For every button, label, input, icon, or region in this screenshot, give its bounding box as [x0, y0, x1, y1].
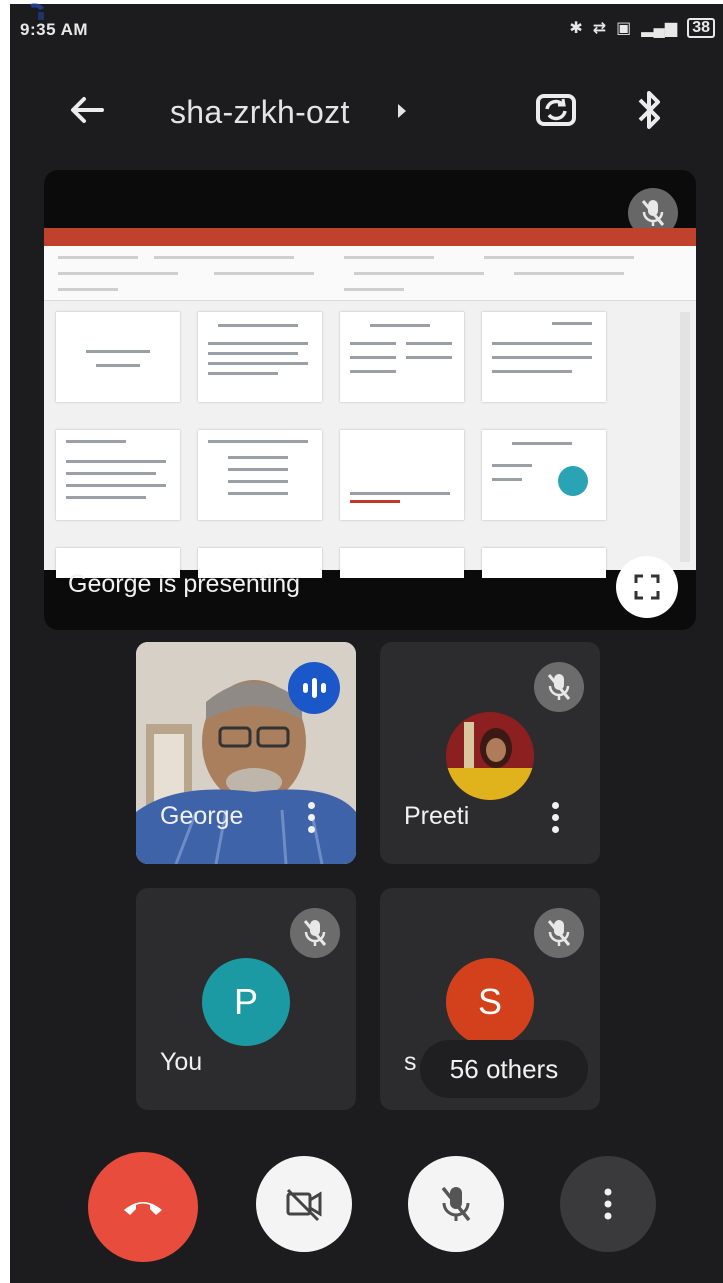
avatar: [446, 712, 534, 800]
mic-off-badge: [534, 908, 584, 958]
presentation-tile[interactable]: George is presenting: [44, 170, 696, 630]
mic-off-badge: [290, 908, 340, 958]
participant-tile-preeti[interactable]: Preeti: [380, 642, 600, 864]
microphone-toggle-button[interactable]: [408, 1156, 504, 1252]
slide-thumbnail: [56, 430, 180, 520]
switch-camera-icon: [536, 94, 576, 126]
ppt-titlebar: [44, 228, 696, 246]
slide-thumbnail: [340, 430, 464, 520]
mic-off-icon: [641, 200, 665, 226]
status-bar: 9:35 AM ✱ ⇄ ▣ ▂▄▆ 38: [10, 4, 723, 56]
fullscreen-button[interactable]: [616, 556, 678, 618]
participant-tile-george[interactable]: George: [136, 642, 356, 864]
mic-off-icon: [547, 920, 571, 946]
more-options-button[interactable]: [560, 1156, 656, 1252]
hang-up-icon: [124, 1202, 162, 1215]
speaking-indicator-icon: [288, 662, 340, 714]
bluetooth-status-icon: ✱: [569, 20, 583, 37]
bluetooth-icon: [638, 91, 660, 129]
others-count-pill[interactable]: 56 others: [420, 1040, 588, 1098]
ppt-scrollbar: [680, 312, 690, 562]
slide-thumbnail: [482, 430, 606, 520]
back-button[interactable]: [62, 86, 110, 134]
participant-tile-you[interactable]: P You: [136, 888, 356, 1110]
status-icons: ✱ ⇄ ▣ ▂▄▆ 38: [569, 18, 715, 38]
mic-off-icon: [303, 920, 327, 946]
participant-name: George: [160, 802, 244, 830]
switch-camera-button[interactable]: [532, 86, 580, 134]
meeting-info-caret-icon[interactable]: [398, 104, 406, 118]
top-bar: sha-zrkh-ozt: [10, 74, 723, 154]
meeting-code[interactable]: sha-zrkh-ozt: [170, 94, 350, 131]
slide-thumbnail: [56, 312, 180, 402]
camera-off-icon: [286, 1188, 322, 1222]
corner-logo-icon: [30, 3, 44, 20]
slide-thumbnail: [340, 548, 464, 578]
participant-more-button[interactable]: [540, 792, 570, 842]
slide-thumbnail: [198, 430, 322, 520]
network-icon: ⇄: [592, 20, 607, 37]
participant-name: s: [404, 1048, 417, 1076]
participant-more-button[interactable]: [296, 792, 326, 842]
participant-name: Preeti: [404, 802, 470, 830]
meet-screen: 9:35 AM ✱ ⇄ ▣ ▂▄▆ 38 sha-zrkh-ozt George…: [10, 4, 723, 1283]
end-call-button[interactable]: [88, 1152, 198, 1262]
slide-thumbnail: [482, 548, 606, 578]
bluetooth-button[interactable]: [626, 86, 674, 134]
slide-thumbnail: [482, 312, 606, 402]
camera-toggle-button[interactable]: [256, 1156, 352, 1252]
slide-thumbnail: [340, 312, 464, 402]
signal-icon: ▂▄▆: [641, 20, 678, 37]
slide-thumbnail: [198, 312, 322, 402]
presenting-label: George is presenting: [68, 570, 301, 598]
battery-icon: 38: [687, 18, 715, 38]
mic-off-icon: [441, 1186, 471, 1222]
shared-screen: [44, 228, 696, 578]
mic-off-badge: [534, 662, 584, 712]
back-arrow-icon: [71, 97, 104, 123]
sim-icon: ▣: [616, 20, 632, 37]
ppt-ribbon: [44, 246, 696, 301]
participant-name: You: [160, 1048, 203, 1076]
mic-off-icon: [547, 674, 571, 700]
preeti-photo: [446, 712, 534, 800]
slide-sorter: [56, 312, 616, 578]
more-vert-icon: [604, 1188, 612, 1220]
avatar: P: [202, 958, 290, 1046]
avatar: S: [446, 958, 534, 1046]
fullscreen-icon: [634, 574, 660, 600]
